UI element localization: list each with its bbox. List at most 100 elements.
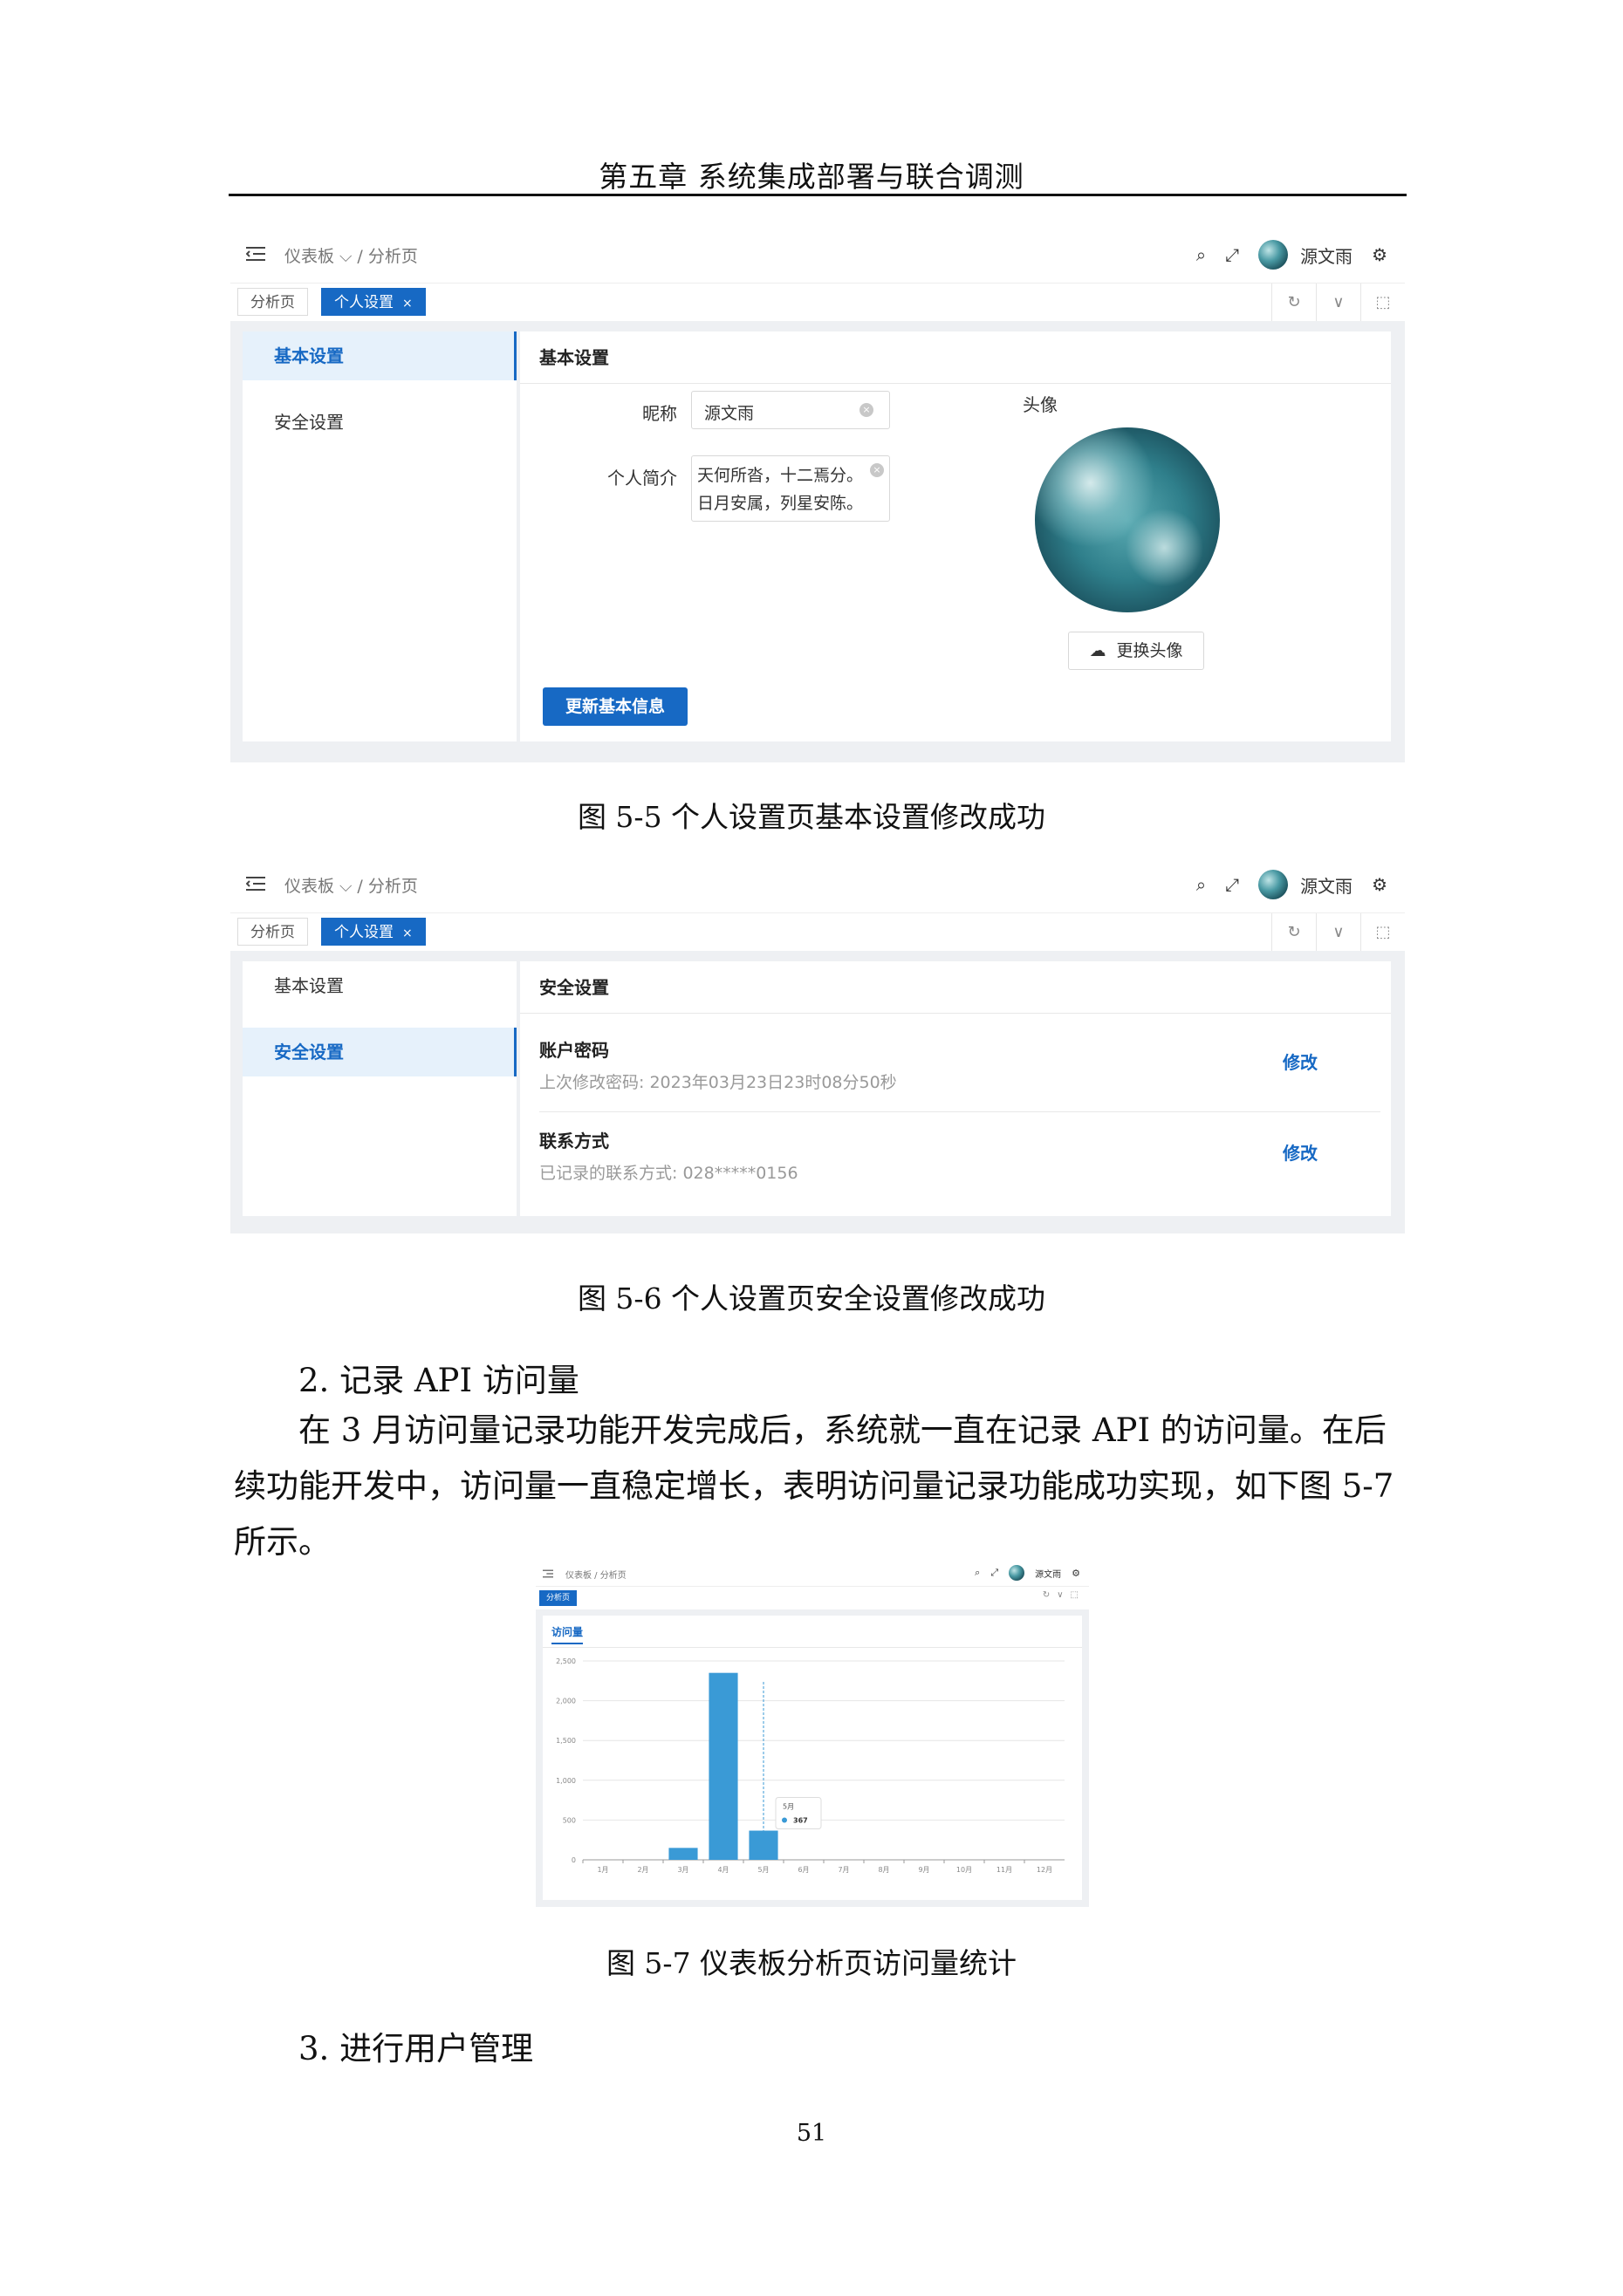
maximize-icon[interactable]: ⬚ — [1071, 1590, 1085, 1600]
tab-analysis[interactable]: 分析页 — [237, 918, 308, 946]
y-tick-label: 0 — [572, 1856, 576, 1864]
username: 源文雨 — [1035, 1569, 1062, 1580]
chart-card: 访问量 0 500 1,000 1,500 2,000 2,500 1月 2月 3月 4月 5月 6月… — [543, 1616, 1082, 1900]
y-tick-label: 2,000 — [556, 1698, 576, 1705]
content-area: 基本设置 安全设置 基本设置 昵称 源文雨 × 个人简介 天何所沓，十二焉分。 … — [230, 321, 1405, 762]
x-tick-label: 2月 — [637, 1866, 648, 1874]
search-icon[interactable]: ⌕ — [1196, 244, 1206, 265]
user-menu[interactable]: 源文雨 — [1258, 870, 1352, 899]
gear-icon[interactable]: ⚙ — [1072, 1568, 1080, 1579]
tab-label: 分析页 — [250, 294, 295, 311]
header-rule — [229, 194, 1407, 196]
edit-contact-link[interactable]: 修改 — [1283, 1139, 1318, 1165]
refresh-icon[interactable]: ↻ — [1271, 913, 1316, 952]
user-menu[interactable]: 源文雨 — [1258, 240, 1352, 270]
settings-sidebar: 基本设置 安全设置 — [243, 331, 517, 741]
menu-fold-icon[interactable] — [246, 876, 265, 892]
close-icon[interactable]: × — [402, 297, 413, 311]
breadcrumb-dashboard[interactable]: 仪表板 — [284, 877, 334, 896]
breadcrumb: 仪表板 ⌵ / 分析页 — [284, 243, 423, 267]
username: 源文雨 — [1300, 245, 1353, 267]
tab-visits[interactable]: 访问量 — [551, 1624, 584, 1644]
topbar: 仪表板 / 分析页 ⌕ ⤢ 源文雨 ⚙ — [536, 1561, 1089, 1586]
breadcrumb-analysis[interactable]: 分析页 — [368, 247, 418, 266]
fullscreen-icon[interactable]: ⤢ — [1225, 244, 1239, 265]
menu-fold-icon[interactable] — [246, 246, 265, 262]
search-icon[interactable]: ⌕ — [975, 1567, 980, 1579]
chevron-down-icon[interactable]: ∨ — [1057, 1590, 1070, 1600]
tab-personal-settings[interactable]: 个人设置 × — [321, 288, 426, 316]
x-tick-label: 3月 — [677, 1866, 688, 1874]
sidebar-item-security[interactable]: 安全设置 — [243, 398, 517, 447]
edit-password-link[interactable]: 修改 — [1283, 1049, 1318, 1074]
chevron-down-icon: ⌵ — [339, 247, 353, 266]
settings-main-panel: 基本设置 昵称 源文雨 × 个人简介 天何所沓，十二焉分。 日月安属，列星安陈。… — [520, 331, 1391, 741]
section-3-title: 3. 进行用户管理 — [298, 2030, 534, 2067]
change-avatar-button[interactable]: ☁ 更换头像 — [1068, 632, 1204, 670]
fullscreen-icon[interactable]: ⤢ — [1225, 874, 1239, 895]
topbar-icons: ⌕ ⤢ 源文雨 ⚙ — [1196, 237, 1387, 272]
x-tick-label: 8月 — [878, 1866, 889, 1874]
page-number: 51 — [796, 2120, 827, 2147]
x-tick-label: 9月 — [918, 1866, 929, 1874]
y-tick-label: 1,000 — [556, 1777, 576, 1785]
panel-title: 安全设置 — [520, 961, 1391, 1014]
tooltip-dot — [782, 1817, 787, 1823]
breadcrumb: 仪表板 / 分析页 — [565, 1571, 627, 1581]
settings-main-panel: 安全设置 账户密码 上次修改密码: 2023年03月23日23时08分50秒 修… — [520, 961, 1391, 1216]
tab-personal-settings[interactable]: 个人设置 × — [321, 918, 426, 946]
breadcrumb-dashboard[interactable]: 仪表板 — [284, 247, 334, 266]
breadcrumb-dashboard[interactable]: 仪表板 — [565, 1571, 592, 1581]
panel-title: 基本设置 — [520, 331, 1391, 384]
avatar — [1258, 240, 1289, 270]
close-icon[interactable]: × — [402, 926, 413, 940]
tab-analysis[interactable]: 分析页 — [237, 288, 308, 316]
figure-5-6-screenshot: 仪表板 ⌵ / 分析页 ⌕ ⤢ 源文雨 ⚙ 分析页 个人设置 × ↻ ∨ ⬚ 基本设置 … — [230, 858, 1405, 1233]
fullscreen-icon[interactable]: ⤢ — [990, 1567, 998, 1579]
tab-analysis[interactable]: 分析页 — [539, 1590, 578, 1606]
divider — [543, 1647, 1082, 1648]
y-tick-label: 1,500 — [556, 1737, 576, 1745]
tab-label: 个人设置 — [334, 294, 394, 311]
bio-line: 日月安属，列星安陈。 — [697, 494, 864, 513]
gear-icon[interactable]: ⚙ — [1372, 244, 1387, 265]
bio-line: 天何所沓，十二焉分。 — [697, 466, 864, 485]
maximize-icon[interactable]: ⬚ — [1360, 284, 1405, 322]
gear-icon[interactable]: ⚙ — [1372, 874, 1387, 895]
topbar-icons: ⌕ ⤢ 源文雨 ⚙ — [1196, 867, 1387, 902]
breadcrumb-analysis[interactable]: 分析页 — [600, 1571, 627, 1581]
chapter-header: 第五章 系统集成部署与联合调测 — [599, 160, 1024, 194]
settings-sidebar: 基本设置 安全设置 — [243, 961, 517, 1216]
clear-icon[interactable]: × — [859, 403, 873, 417]
avatar-image — [1035, 427, 1220, 612]
bio-label: 个人简介 — [607, 468, 677, 489]
x-tick-label: 12月 — [1037, 1866, 1052, 1874]
avatar — [1009, 1565, 1025, 1581]
sidebar-item-basic[interactable]: 基本设置 — [243, 961, 517, 1010]
tab-label: 分析页 — [250, 924, 295, 941]
chevron-down-icon[interactable]: ∨ — [1316, 284, 1360, 322]
username: 源文雨 — [1300, 875, 1353, 897]
breadcrumb-analysis[interactable]: 分析页 — [368, 877, 418, 896]
figure-caption-5-6: 图 5-6 个人设置页安全设置修改成功 — [577, 1281, 1046, 1315]
search-icon[interactable]: ⌕ — [1196, 874, 1206, 895]
content-area: 基本设置 安全设置 安全设置 账户密码 上次修改密码: 2023年03月23日2… — [230, 951, 1405, 1233]
maximize-icon[interactable]: ⬚ — [1360, 913, 1405, 952]
menu-fold-icon[interactable] — [543, 1569, 553, 1578]
refresh-icon[interactable]: ↻ — [1271, 284, 1316, 322]
x-tick-label: 1月 — [597, 1866, 608, 1874]
visits-chart: 0 500 1,000 1,500 2,000 2,500 1月 2月 3月 4月 5月 6月 7月 8月… — [556, 1657, 1065, 1874]
x-tick-label: 10月 — [956, 1866, 972, 1874]
sidebar-item-basic[interactable]: 基本设置 — [243, 331, 517, 380]
update-basic-info-button[interactable]: 更新基本信息 — [543, 687, 688, 726]
chevron-down-icon: ⌵ — [339, 877, 353, 896]
nickname-input[interactable]: 源文雨 × — [691, 391, 890, 429]
clear-icon[interactable]: × — [870, 463, 884, 477]
tab-tools: ↻ ∨ ⬚ — [1271, 284, 1405, 322]
refresh-icon[interactable]: ↻ — [1043, 1590, 1057, 1600]
x-tick-label: 5月 — [757, 1866, 769, 1874]
sidebar-item-security[interactable]: 安全设置 — [243, 1028, 517, 1076]
chevron-down-icon[interactable]: ∨ — [1316, 913, 1360, 952]
bio-textarea[interactable]: 天何所沓，十二焉分。 日月安属，列星安陈。 × — [691, 455, 890, 522]
password-desc: 上次修改密码: 2023年03月23日23时08分50秒 — [539, 1073, 897, 1092]
